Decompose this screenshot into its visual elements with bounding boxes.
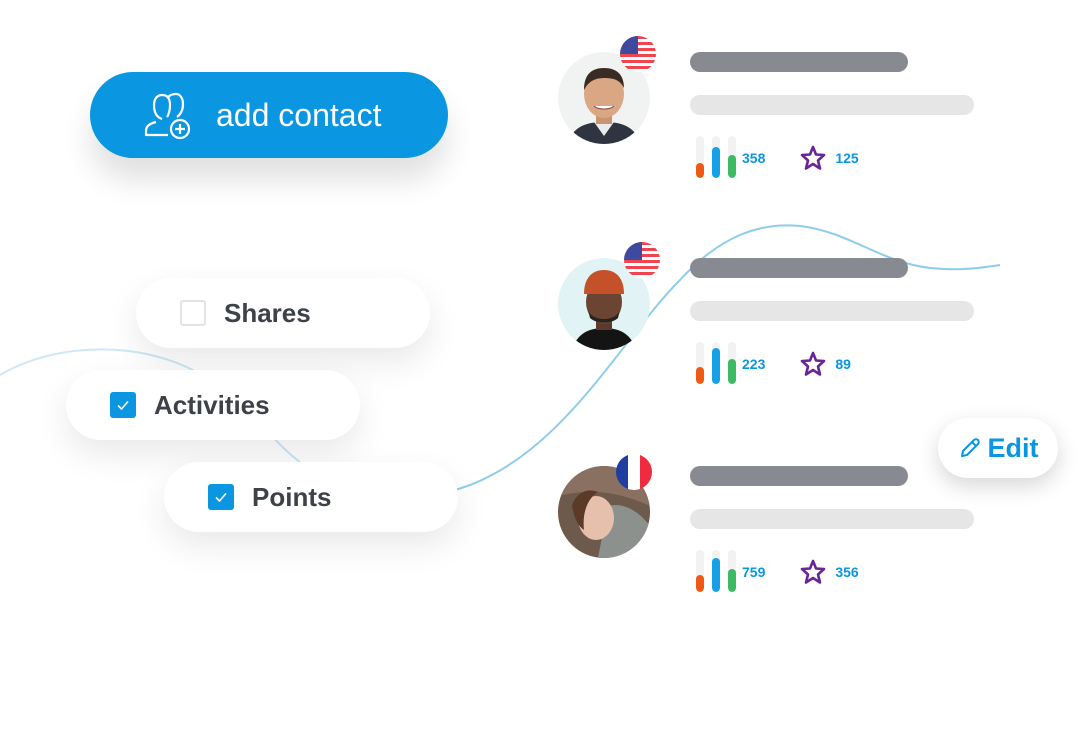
- add-contact-label: add contact: [216, 96, 382, 133]
- activity-bar-orange: [696, 136, 704, 178]
- activity-bar-orange: [696, 342, 704, 384]
- subtitle-placeholder: [690, 95, 974, 115]
- activity-bar-green: [728, 136, 736, 178]
- activities-checkbox[interactable]: [110, 392, 136, 418]
- star-icon: [801, 351, 826, 376]
- subtitle-placeholder: [690, 509, 974, 529]
- filter-label: Points: [252, 481, 332, 512]
- contact-card[interactable]: 223 89: [558, 242, 978, 386]
- activity-count: 358: [742, 150, 766, 166]
- activity-bar-orange: [696, 550, 704, 592]
- star-icon: [801, 145, 826, 170]
- points-count: 356: [835, 564, 859, 580]
- filter-shares[interactable]: Shares: [136, 278, 430, 348]
- star-icon: [801, 559, 826, 584]
- filter-activities[interactable]: Activities: [66, 370, 360, 440]
- name-placeholder: [690, 258, 908, 278]
- edit-button[interactable]: Edit: [938, 418, 1058, 478]
- activity-count: 223: [742, 356, 766, 372]
- points-count: 89: [835, 356, 851, 372]
- edit-label: Edit: [987, 432, 1039, 463]
- shares-checkbox[interactable]: [180, 300, 206, 326]
- contact-stats: 358 125: [696, 134, 859, 178]
- pencil-icon: [960, 438, 980, 457]
- activity-bar-blue: [712, 136, 720, 178]
- activity-bar-blue: [712, 342, 720, 384]
- activity-count: 759: [742, 564, 766, 580]
- subtitle-placeholder: [690, 301, 974, 321]
- filter-points[interactable]: Points: [164, 462, 458, 532]
- us-flag-icon: [620, 36, 656, 72]
- points-checkbox[interactable]: [208, 484, 234, 510]
- points-count: 125: [835, 150, 859, 166]
- check-icon: [215, 492, 227, 503]
- activity-bar-green: [728, 550, 736, 592]
- filter-label: Shares: [224, 297, 311, 328]
- activity-bar-green: [728, 342, 736, 384]
- add-user-icon: [144, 92, 191, 140]
- contact-stats: 223 89: [696, 340, 851, 384]
- name-placeholder: [690, 466, 908, 486]
- us-flag-icon: [624, 242, 660, 278]
- contact-card[interactable]: 759 356: [558, 454, 978, 594]
- add-contact-button[interactable]: add contact: [90, 72, 448, 158]
- activity-bar-blue: [712, 550, 720, 592]
- name-placeholder: [690, 52, 908, 72]
- filter-label: Activities: [154, 389, 270, 420]
- check-icon: [117, 400, 129, 411]
- fr-flag-icon: [616, 454, 652, 490]
- contact-card[interactable]: 358 125: [558, 36, 978, 180]
- contact-stats: 759 356: [696, 548, 859, 592]
